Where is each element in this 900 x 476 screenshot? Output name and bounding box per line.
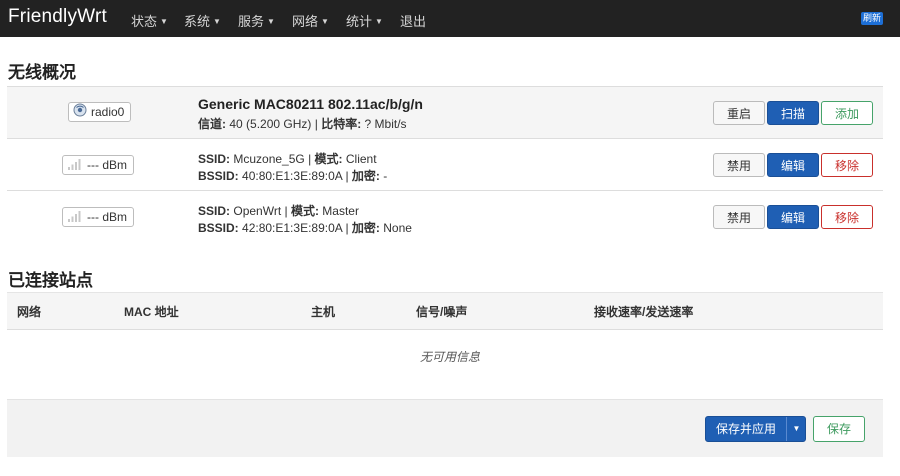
wifi-radio-icon <box>73 103 87 122</box>
encryption-label: 加密: <box>351 169 380 183</box>
network-ssid-line: SSID: OpenWrt | 模式: Master <box>198 204 359 218</box>
bitrate-value: ? Mbit/s <box>364 117 407 131</box>
chevron-down-icon: ▼ <box>375 17 383 26</box>
channel-label: 信道: <box>198 117 226 131</box>
save-apply-button[interactable]: 保存并应用 <box>706 417 786 441</box>
nav-status[interactable]: 状态 ▼ <box>131 11 168 30</box>
nav-services-label: 服务 <box>238 14 265 29</box>
add-button[interactable]: 添加 <box>821 101 873 125</box>
disable-button[interactable]: 禁用 <box>713 153 765 177</box>
nav-statistics[interactable]: 统计 ▼ <box>346 11 383 30</box>
scan-button[interactable]: 扫描 <box>767 101 819 125</box>
radio-row: radio0 Generic MAC80211 802.11ac/b/g/n 信… <box>7 86 883 139</box>
nav-statistics-label: 统计 <box>346 14 373 29</box>
save-apply-split-button: 保存并应用 ▼ <box>705 416 806 442</box>
column-header-network: 网络 <box>17 305 42 319</box>
mode-label: 模式: <box>290 204 319 218</box>
network-ssid-line: SSID: Mcuzone_5G | 模式: Client <box>198 152 377 166</box>
ssid-value: Mcuzone_5G <box>233 152 305 166</box>
signal-badge: --- dBm <box>62 155 134 175</box>
nav-status-label: 状态 <box>131 14 158 29</box>
nav-system[interactable]: 系统 ▼ <box>184 11 221 30</box>
remove-button[interactable]: 移除 <box>821 205 873 229</box>
network-row: --- dBm SSID: OpenWrt | 模式: Master BSSID… <box>7 190 883 243</box>
signal-value: --- dBm <box>87 158 127 172</box>
radio-device-name: Generic MAC80211 802.11ac/b/g/n <box>198 96 423 112</box>
encryption-label: 加密: <box>351 221 380 235</box>
mode-label: 模式: <box>314 152 343 166</box>
refresh-button[interactable]: 刷新 <box>860 12 883 25</box>
radio-badge: radio0 <box>68 102 132 122</box>
chevron-down-icon: ▼ <box>213 17 221 26</box>
empty-table-message: 无可用信息 <box>419 350 480 364</box>
chevron-down-icon: ▼ <box>321 17 329 26</box>
edit-button[interactable]: 编辑 <box>767 153 819 177</box>
signal-strength-icon <box>67 209 83 227</box>
channel-value: 40 (5.200 GHz) <box>229 117 312 131</box>
nav-network-label: 网络 <box>292 14 319 29</box>
disable-button[interactable]: 禁用 <box>713 205 765 229</box>
bitrate-label: 比特率: <box>321 117 362 131</box>
column-header-host: 主机 <box>311 305 336 319</box>
signal-strength-icon <box>67 157 83 175</box>
network-row: --- dBm SSID: Mcuzone_5G | 模式: Client BS… <box>7 138 883 191</box>
wireless-overview-title: 无线概况 <box>8 63 76 82</box>
restart-button[interactable]: 重启 <box>713 101 765 125</box>
radio-info-line: 信道: 40 (5.200 GHz) | 比特率: ? Mbit/s <box>198 117 407 131</box>
ssid-value: OpenWrt <box>233 204 282 218</box>
chevron-down-icon: ▼ <box>160 17 168 26</box>
stations-table-header: 网络 MAC 地址 主机 信号/噪声 接收速率/发送速率 <box>7 292 883 330</box>
column-header-signal-noise: 信号/噪声 <box>416 305 468 319</box>
column-header-rx-tx-rate: 接收速率/发送速率 <box>594 305 694 319</box>
encryption-value: None <box>383 221 412 235</box>
nav-system-label: 系统 <box>184 14 211 29</box>
ssid-label: SSID: <box>198 204 231 218</box>
signal-badge: --- dBm <box>62 207 134 227</box>
column-header-mac: MAC 地址 <box>124 305 179 319</box>
mode-value: Client <box>345 152 377 166</box>
nav-services[interactable]: 服务 ▼ <box>238 11 275 30</box>
chevron-down-icon[interactable]: ▼ <box>786 417 806 441</box>
save-button[interactable]: 保存 <box>813 416 865 442</box>
nav-logout[interactable]: 退出 <box>400 11 426 30</box>
nav-logout-label: 退出 <box>400 14 427 29</box>
bssid-label: BSSID: <box>198 221 239 235</box>
bssid-label: BSSID: <box>198 169 239 183</box>
edit-button[interactable]: 编辑 <box>767 205 819 229</box>
network-bssid-line: BSSID: 42:80:E1:3E:89:0A | 加密: None <box>198 221 412 235</box>
ssid-label: SSID: <box>198 152 231 166</box>
mode-value: Master <box>322 204 359 218</box>
remove-button[interactable]: 移除 <box>821 153 873 177</box>
network-bssid-line: BSSID: 40:80:E1:3E:89:0A | 加密: - <box>198 169 388 183</box>
encryption-value: - <box>383 169 388 183</box>
brand-logo[interactable]: FriendlyWrt <box>8 6 107 28</box>
form-actions-footer: 保存并应用 ▼ 保存 <box>7 399 883 457</box>
bssid-value: 40:80:E1:3E:89:0A <box>242 169 343 183</box>
radio-badge-label: radio0 <box>91 105 125 119</box>
connected-stations-title: 已连接站点 <box>8 271 93 290</box>
nav-network[interactable]: 网络 ▼ <box>292 11 329 30</box>
chevron-down-icon: ▼ <box>267 17 275 26</box>
signal-value: --- dBm <box>87 210 127 224</box>
bssid-value: 42:80:E1:3E:89:0A <box>242 221 343 235</box>
top-navbar: FriendlyWrt 状态 ▼ 系统 ▼ 服务 ▼ 网络 ▼ 统计 ▼ 退出 刷新 <box>0 0 900 37</box>
